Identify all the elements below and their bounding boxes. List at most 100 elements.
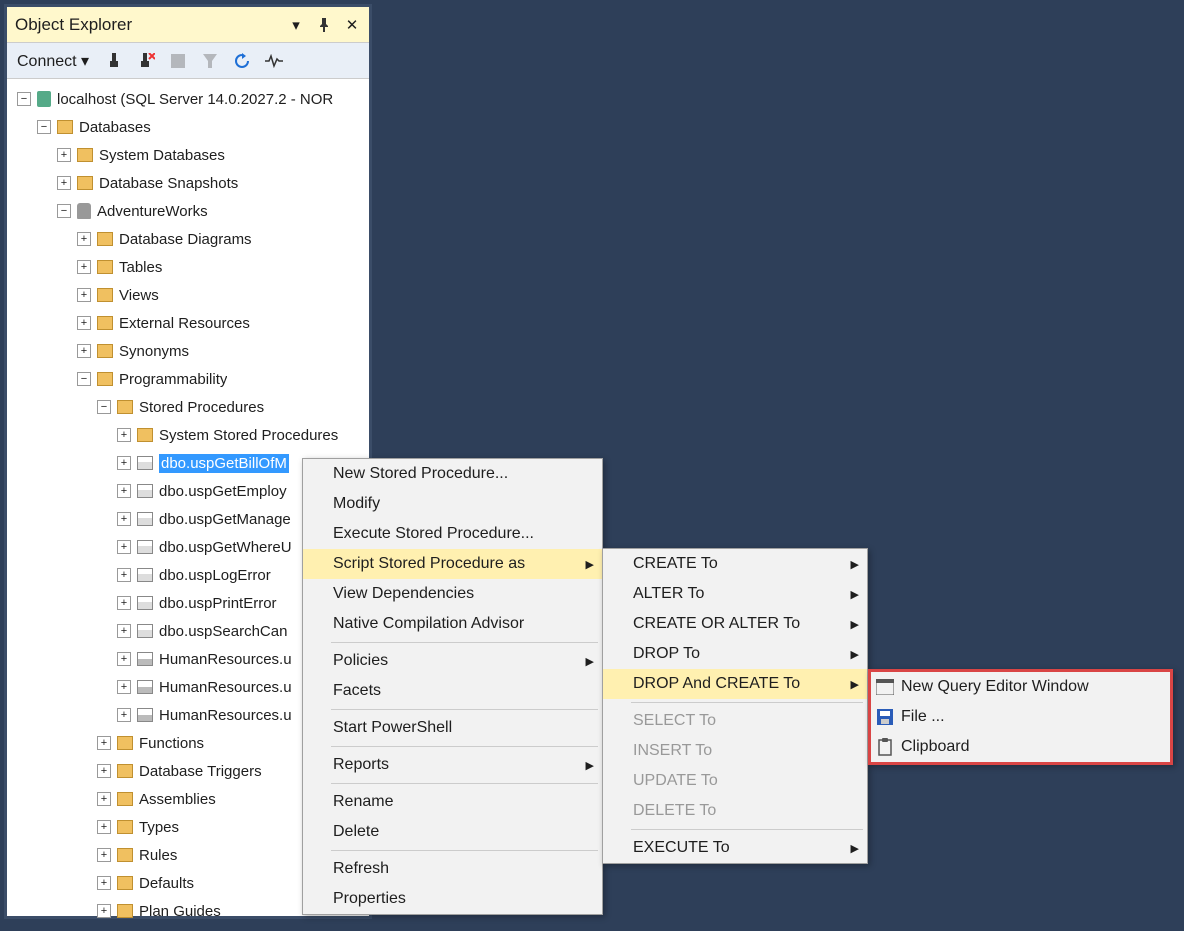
menu-delete[interactable]: Delete [303, 817, 602, 847]
stop-icon[interactable] [167, 50, 189, 72]
expand-icon[interactable]: + [97, 876, 111, 890]
connect-icon[interactable] [103, 50, 125, 72]
tree-system-databases[interactable]: +System Databases [11, 141, 369, 169]
expand-icon[interactable]: + [117, 428, 131, 442]
menu-execute-to[interactable]: EXECUTE To▶ [603, 833, 867, 863]
node-label: dbo.uspGetManage [159, 511, 291, 528]
menu-label: View Dependencies [333, 585, 474, 603]
tree-snapshots[interactable]: +Database Snapshots [11, 169, 369, 197]
expand-icon[interactable]: + [77, 260, 91, 274]
menu-create-to[interactable]: CREATE To▶ [603, 549, 867, 579]
close-icon[interactable]: ✕ [343, 16, 361, 34]
activity-icon[interactable] [263, 50, 285, 72]
menu-execute-sp[interactable]: Execute Stored Procedure... [303, 519, 602, 549]
node-label: Plan Guides [139, 903, 221, 920]
expand-icon[interactable]: + [97, 736, 111, 750]
expand-icon[interactable]: + [117, 624, 131, 638]
tree-databases[interactable]: −Databases [11, 113, 369, 141]
tree-programmability[interactable]: − Programmability [11, 365, 369, 393]
expand-icon[interactable]: + [97, 764, 111, 778]
expand-icon[interactable]: + [97, 848, 111, 862]
expand-icon[interactable]: + [117, 540, 131, 554]
folder-icon [117, 904, 133, 918]
menu-alter-to[interactable]: ALTER To▶ [603, 579, 867, 609]
menu-view-dependencies[interactable]: View Dependencies [303, 579, 602, 609]
expand-icon[interactable]: + [77, 344, 91, 358]
expand-icon[interactable]: + [57, 176, 71, 190]
expand-icon[interactable]: + [97, 820, 111, 834]
filter-icon[interactable] [199, 50, 221, 72]
menu-facets[interactable]: Facets [303, 676, 602, 706]
connect-button[interactable]: Connect ▾ [13, 49, 93, 73]
database-icon [77, 203, 91, 219]
menu-separator [331, 709, 598, 710]
toolbar: Connect ▾ [7, 43, 369, 79]
menu-create-or-alter-to[interactable]: CREATE OR ALTER To▶ [603, 609, 867, 639]
collapse-icon[interactable]: − [97, 400, 111, 414]
node-label: dbo.uspGetWhereU [159, 539, 292, 556]
expand-icon[interactable]: + [77, 316, 91, 330]
tree-server-node[interactable]: −localhost (SQL Server 14.0.2027.2 - NOR [11, 85, 369, 113]
node-label: Database Diagrams [119, 231, 252, 248]
expand-icon[interactable]: + [117, 596, 131, 610]
expand-icon[interactable]: + [117, 680, 131, 694]
expand-icon[interactable]: + [77, 232, 91, 246]
tree-system-stored-procedures[interactable]: +System Stored Procedures [11, 421, 369, 449]
menu-label: Native Compilation Advisor [333, 615, 524, 633]
expand-icon[interactable]: + [117, 708, 131, 722]
expand-icon[interactable]: + [97, 792, 111, 806]
tree-stored-procedures[interactable]: −Stored Procedures [11, 393, 369, 421]
collapse-icon[interactable]: − [77, 372, 91, 386]
menu-separator [331, 783, 598, 784]
expand-icon[interactable]: + [117, 484, 131, 498]
tree-tables[interactable]: +Tables [11, 253, 369, 281]
menu-drop-and-create-to[interactable]: DROP And CREATE To▶ [603, 669, 867, 699]
expand-icon[interactable]: + [117, 568, 131, 582]
disconnect-icon[interactable] [135, 50, 157, 72]
menu-refresh[interactable]: Refresh [303, 854, 602, 884]
menu-native-compilation[interactable]: Native Compilation Advisor [303, 609, 602, 639]
collapse-icon[interactable]: − [17, 92, 31, 106]
tree-diagrams[interactable]: + Database Diagrams [11, 225, 369, 253]
menu-clipboard[interactable]: Clipboard [871, 732, 1170, 762]
menu-label: DELETE To [633, 802, 716, 820]
menu-policies[interactable]: Policies▶ [303, 646, 602, 676]
menu-start-powershell[interactable]: Start PowerShell [303, 713, 602, 743]
expand-icon[interactable]: + [77, 288, 91, 302]
tree-views[interactable]: +Views [11, 281, 369, 309]
folder-icon [117, 876, 133, 890]
file-save-icon [875, 707, 895, 727]
menu-new-stored-procedure[interactable]: New Stored Procedure... [303, 459, 602, 489]
folder-icon [117, 400, 133, 414]
menu-label: Delete [333, 823, 379, 841]
menu-new-query-editor-window[interactable]: New Query Editor Window [871, 672, 1170, 702]
menu-rename[interactable]: Rename [303, 787, 602, 817]
expand-icon[interactable]: + [57, 148, 71, 162]
menu-label: DROP And CREATE To [633, 675, 800, 693]
expand-icon[interactable]: + [97, 904, 111, 918]
tree-external-resources[interactable]: +External Resources [11, 309, 369, 337]
collapse-icon[interactable]: − [57, 204, 71, 218]
menu-label: Modify [333, 495, 380, 513]
expand-icon[interactable]: + [117, 456, 131, 470]
menu-separator [631, 702, 863, 703]
tree-adventureworks[interactable]: −AdventureWorks [11, 197, 369, 225]
tree-synonyms[interactable]: +Synonyms [11, 337, 369, 365]
menu-modify[interactable]: Modify [303, 489, 602, 519]
menu-drop-to[interactable]: DROP To▶ [603, 639, 867, 669]
menu-reports[interactable]: Reports▶ [303, 750, 602, 780]
pin-icon[interactable] [315, 16, 333, 34]
expand-icon[interactable]: + [117, 652, 131, 666]
menu-properties[interactable]: Properties [303, 884, 602, 914]
menu-label: Policies [333, 652, 388, 670]
collapse-icon[interactable]: − [37, 120, 51, 134]
context-menu-main: New Stored Procedure... Modify Execute S… [302, 458, 603, 915]
node-label: Programmability [119, 371, 227, 388]
menu-file[interactable]: File ... [871, 702, 1170, 732]
context-menu-script-as: CREATE To▶ ALTER To▶ CREATE OR ALTER To▶… [602, 548, 868, 864]
folder-icon [97, 316, 113, 330]
dropdown-icon[interactable]: ▾ [287, 16, 305, 34]
menu-script-as[interactable]: Script Stored Procedure as▶ [303, 549, 602, 579]
refresh-icon[interactable] [231, 50, 253, 72]
expand-icon[interactable]: + [117, 512, 131, 526]
